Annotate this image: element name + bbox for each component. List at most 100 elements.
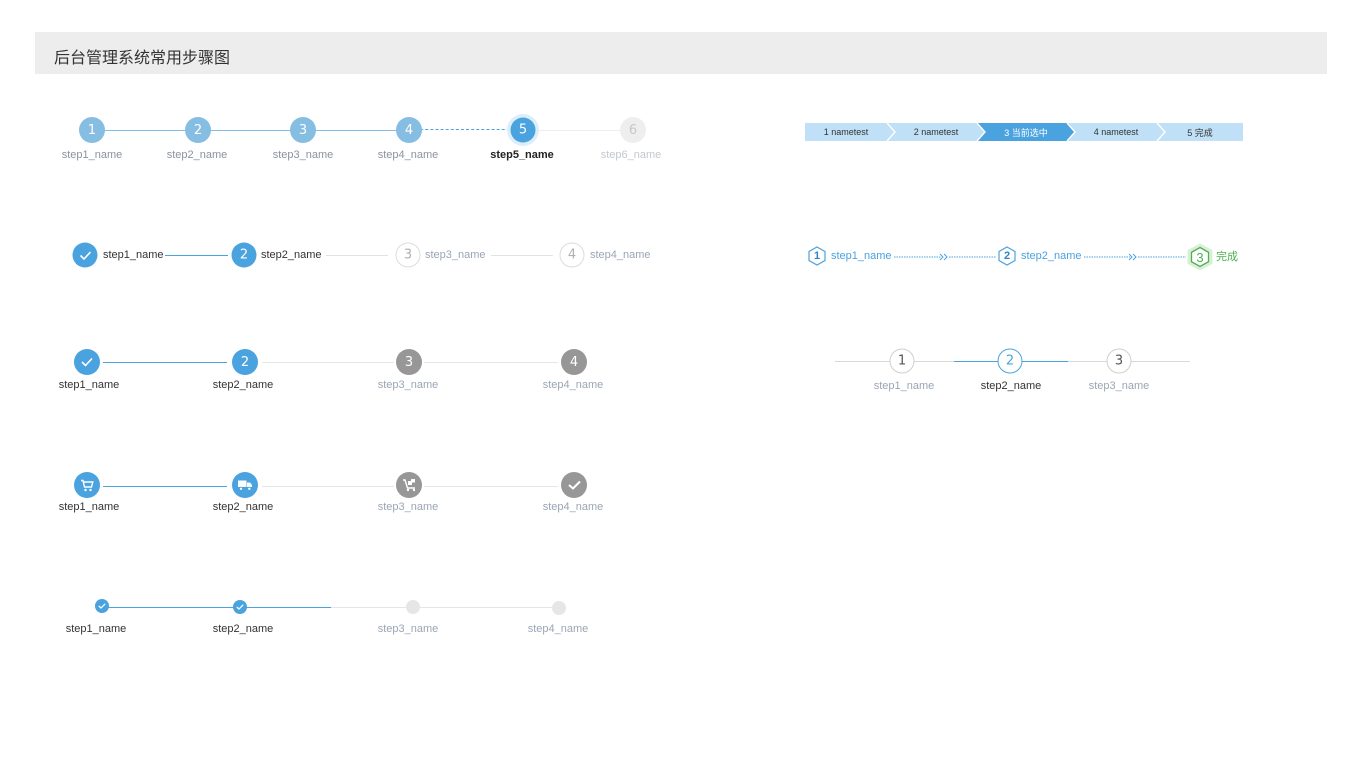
step-label: step1_name <box>873 380 935 392</box>
step-label: step3_name <box>425 249 486 261</box>
arrow-step-5[interactable]: 5 完成 <box>1163 123 1237 141</box>
step-label-active: step2_name <box>980 380 1042 392</box>
step-label: step1_name <box>58 379 120 391</box>
step-number: 2 <box>239 247 249 263</box>
step-label-current: step5_name <box>490 149 554 161</box>
check-icon <box>567 480 581 490</box>
step-number: 2 <box>1005 353 1015 369</box>
step-3-circle[interactable]: 3 <box>290 117 316 143</box>
step-4-dot[interactable] <box>552 601 566 615</box>
arrow-step-3-active[interactable]: 3 当前选中 <box>983 123 1069 141</box>
step-number: 3 <box>1114 353 1124 369</box>
step-label: step3_name <box>377 379 439 391</box>
step-number: 2 <box>1003 250 1011 262</box>
step-2-dot-done[interactable] <box>233 600 247 614</box>
step-label: step2_name <box>261 249 322 261</box>
step-number: 5 <box>518 122 528 138</box>
step-label: step2_name <box>212 623 274 635</box>
stepper-line-done <box>103 362 227 363</box>
stepper-line-pending <box>525 130 633 131</box>
step-label: step3_name <box>377 501 439 513</box>
step-label: step1_name <box>831 250 892 262</box>
step-number: 4 <box>567 247 577 263</box>
stepper-line-pending <box>262 362 394 363</box>
stepper-line-pending <box>331 607 558 608</box>
step-label: step1_name <box>58 501 120 513</box>
check-icon <box>81 357 93 367</box>
step-label: step1_name <box>103 249 164 261</box>
step-label: step4_name <box>377 149 439 161</box>
arrow-step-1[interactable]: 1 nametest <box>805 123 887 141</box>
stepper-line-done <box>103 607 331 608</box>
step-3-circle[interactable]: 3 <box>1106 348 1132 374</box>
step-number: 3 <box>403 247 413 263</box>
step-label: step3_name <box>1088 380 1150 392</box>
step-label: step2_name <box>1021 250 1082 262</box>
step-5-circle-current[interactable]: 5 <box>510 117 536 143</box>
stepper-line-pending <box>491 255 553 256</box>
stepper-line-done <box>165 255 228 256</box>
step-number: 4 <box>404 122 414 138</box>
step-3-circle[interactable]: 3 <box>396 349 422 375</box>
step-label: step4_name <box>590 249 651 261</box>
step-number: 1 <box>897 353 907 369</box>
step-3-dot[interactable] <box>406 600 420 614</box>
step-number: 6 <box>628 122 638 138</box>
stepper-line-done <box>92 130 408 131</box>
hex-step-2[interactable]: 2 <box>998 246 1016 266</box>
stepper-line-pending <box>424 486 558 487</box>
step-1-dot-done[interactable] <box>95 599 109 613</box>
step-4-circle[interactable]: 4 <box>559 242 585 268</box>
step-number: 1 <box>813 250 821 262</box>
step-number: 2 <box>240 354 250 370</box>
step-label: step4_name <box>527 623 589 635</box>
check-icon <box>79 250 91 260</box>
step-4-icon-circle[interactable] <box>561 472 587 498</box>
step-label: step3_name <box>377 623 439 635</box>
step-number: 4 <box>569 354 579 370</box>
step-label: step6_name <box>600 149 662 161</box>
check-icon <box>98 603 106 609</box>
arrow-step-2[interactable]: 2 nametest <box>893 123 979 141</box>
truck-icon <box>238 480 252 491</box>
cart-icon <box>81 479 94 491</box>
step-label: step3_name <box>272 149 334 161</box>
step-4-circle[interactable]: 4 <box>396 117 422 143</box>
step-2-icon-circle[interactable] <box>232 472 258 498</box>
stepper-line-pending <box>326 255 388 256</box>
step-3-icon-circle[interactable] <box>396 472 422 498</box>
step-2-circle[interactable]: 2 <box>185 117 211 143</box>
step-2-circle[interactable]: 2 <box>231 242 257 268</box>
step-3-circle[interactable]: 3 <box>395 242 421 268</box>
step-1-check-circle[interactable] <box>74 349 100 375</box>
hex-step-1[interactable]: 1 <box>808 246 826 266</box>
step-label: step2_name <box>212 501 274 513</box>
step-2-circle[interactable]: 2 <box>232 349 258 375</box>
arrow-step-4[interactable]: 4 nametest <box>1073 123 1159 141</box>
step-4-circle[interactable]: 4 <box>561 349 587 375</box>
step-1-circle[interactable]: 1 <box>79 117 105 143</box>
arrow-steps-bar: 1 nametest 2 nametest 3 当前选中 4 nametest … <box>805 122 1243 142</box>
stepper-line-pending <box>424 362 558 363</box>
step-2-circle-active[interactable]: 2 <box>997 348 1023 374</box>
step-number: 1 <box>87 122 97 138</box>
hex-step-3-complete[interactable]: 3 <box>1187 243 1213 271</box>
stepper-line-pending <box>262 486 394 487</box>
stepper-line-current <box>410 129 520 130</box>
step-number: 3 <box>298 122 308 138</box>
step-label: step4_name <box>542 501 604 513</box>
stepper-line-done <box>103 486 227 487</box>
step-6-circle-pending[interactable]: 6 <box>620 117 646 143</box>
page-header: 后台管理系统常用步骤图 <box>35 32 1327 74</box>
step-1-check-circle[interactable] <box>72 242 98 268</box>
step-label: step1_name <box>61 149 123 161</box>
step-1-icon-circle[interactable] <box>74 472 100 498</box>
check-icon <box>236 604 244 610</box>
step-number: 2 <box>193 122 203 138</box>
delivery-icon <box>402 479 415 492</box>
page-title: 后台管理系统常用步骤图 <box>54 50 231 67</box>
step-1-circle[interactable]: 1 <box>889 348 915 374</box>
step-label: step1_name <box>65 623 127 635</box>
step-number: 3 <box>1196 249 1204 265</box>
step-label: step4_name <box>542 379 604 391</box>
